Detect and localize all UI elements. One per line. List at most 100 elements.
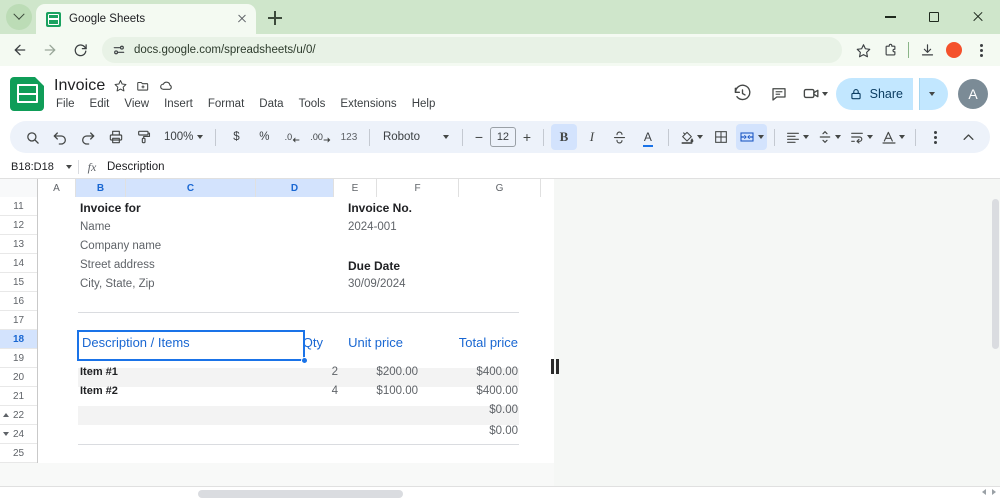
back-button[interactable] [6,36,34,64]
row-header-22[interactable]: 22 [0,406,37,425]
decrease-font-size-button[interactable]: − [470,127,488,147]
scroll-left-icon[interactable] [982,489,986,495]
print-icon[interactable] [103,124,129,150]
increase-decimal-button[interactable]: .00 [307,124,334,150]
text-color-button[interactable]: A [635,124,661,150]
search-icon[interactable] [19,124,45,150]
decrease-decimal-button[interactable]: .0 [279,124,305,150]
fill-handle[interactable] [301,357,308,364]
horizontal-scrollbar-thumb[interactable] [198,490,403,498]
vertical-scrollbar[interactable] [990,199,999,474]
borders-button[interactable] [708,124,734,150]
more-options-button[interactable] [923,124,949,150]
expand-rows-down-icon[interactable] [3,432,9,436]
currency-format-button[interactable]: $ [223,124,249,150]
row-header-24[interactable]: 24 [0,425,37,444]
text-rotation-button[interactable] [878,124,908,150]
row-header-19[interactable]: 19 [0,349,37,368]
formula-input[interactable]: Description [105,161,1000,173]
bookmark-star-icon[interactable] [850,37,876,63]
maximize-button[interactable] [912,0,956,34]
cloud-saved-icon[interactable] [159,78,174,93]
horizontal-scrollbar[interactable] [38,490,970,498]
paint-format-icon[interactable] [131,124,157,150]
extensions-icon[interactable] [877,37,903,63]
menu-insert[interactable]: Insert [162,97,195,111]
collapse-toolbar-button[interactable] [955,124,981,150]
row-header-17[interactable]: 17 [0,311,37,330]
menu-format[interactable]: Format [206,97,246,111]
more-formats-button[interactable]: 123 [336,124,362,150]
row-header-12[interactable]: 12 [0,216,37,235]
menu-tools[interactable]: Tools [297,97,328,111]
column-header-d[interactable]: D [256,179,334,197]
menu-view[interactable]: View [122,97,151,111]
row-header-18[interactable]: 18 [0,330,37,349]
new-tab-button[interactable] [262,5,288,31]
font-size-input[interactable]: 12 [490,127,516,147]
select-all-corner[interactable] [0,179,38,197]
italic-button[interactable]: I [579,124,605,150]
column-header-f[interactable]: F [377,179,459,197]
menu-data[interactable]: Data [257,97,285,111]
close-icon[interactable] [234,11,250,27]
reload-button[interactable] [66,36,94,64]
share-button[interactable]: Share [836,78,913,110]
row-header-11[interactable]: 11 [0,197,37,216]
minimize-button[interactable] [868,0,912,34]
increase-font-size-button[interactable]: + [518,127,536,147]
row-header-25[interactable]: 25 [0,444,37,463]
strikethrough-button[interactable] [607,124,633,150]
grid-cells[interactable]: Invoice for Name Company name Street add… [38,197,554,463]
name-box[interactable]: B18:D18 [0,156,78,178]
menu-edit[interactable]: Edit [88,97,112,111]
download-icon[interactable] [914,37,940,63]
row-header-13[interactable]: 13 [0,235,37,254]
menu-extensions[interactable]: Extensions [338,97,398,111]
row-header-20[interactable]: 20 [0,368,37,387]
row-header-14[interactable]: 14 [0,254,37,273]
scroll-right-icon[interactable] [992,489,996,495]
row-header-16[interactable]: 16 [0,292,37,311]
expand-rows-up-icon[interactable] [3,413,9,417]
page-title[interactable]: Invoice [54,77,105,95]
share-dropdown-button[interactable] [919,78,948,110]
column-header-c[interactable]: C [126,179,256,197]
redo-icon[interactable] [75,124,101,150]
forward-button[interactable] [36,36,64,64]
column-header-b[interactable]: B [76,179,126,197]
tab-search-button[interactable] [6,4,32,30]
vertical-align-button[interactable] [814,124,844,150]
column-resize-cursor[interactable] [551,359,559,374]
percent-format-button[interactable]: % [251,124,277,150]
merge-cells-button[interactable] [736,124,767,150]
zoom-control[interactable]: 100% [159,131,208,143]
bold-button[interactable]: B [551,124,577,150]
menu-help[interactable]: Help [410,97,438,111]
undo-icon[interactable] [47,124,73,150]
column-header-e[interactable]: E [334,179,377,197]
address-bar[interactable]: docs.google.com/spreadsheets/u/0/ [102,37,842,63]
site-settings-icon[interactable] [112,43,126,57]
profile-avatar[interactable] [941,37,967,63]
move-to-folder-icon[interactable] [136,79,150,93]
close-window-button[interactable] [956,0,1000,34]
menu-file[interactable]: File [54,97,77,111]
comment-icon[interactable] [764,79,794,109]
column-header-g[interactable]: G [459,179,541,197]
star-icon[interactable] [114,79,127,92]
version-history-icon[interactable] [728,79,758,109]
cell-selection-box[interactable] [77,330,305,361]
row-header-21[interactable]: 21 [0,387,37,406]
horizontal-align-button[interactable] [782,124,812,150]
meet-button[interactable] [800,79,830,109]
font-family-select[interactable]: Roboto [377,131,455,143]
chrome-menu-icon[interactable] [968,37,994,63]
account-avatar[interactable]: A [958,79,988,109]
column-header-a[interactable]: A [38,179,76,197]
row-header-15[interactable]: 15 [0,273,37,292]
text-wrap-button[interactable] [846,124,876,150]
browser-tab[interactable]: Google Sheets [36,4,256,34]
fill-color-button[interactable] [676,124,706,150]
vertical-scrollbar-thumb[interactable] [992,199,999,349]
